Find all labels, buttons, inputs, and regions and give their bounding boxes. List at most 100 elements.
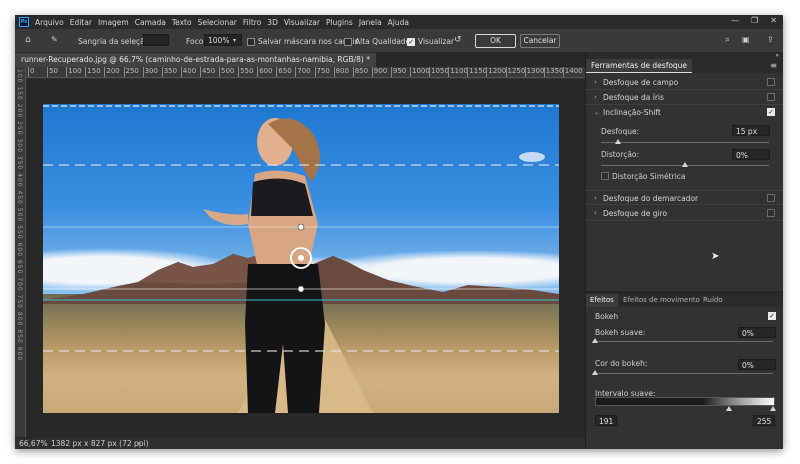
menu-filtro[interactable]: Filtro: [240, 18, 264, 27]
blur-item-checkbox[interactable]: [767, 93, 775, 101]
menu-visualizar[interactable]: Visualizar: [281, 18, 323, 27]
menu-3d[interactable]: 3D: [264, 18, 281, 27]
ruler-vertical-labels: 100 150 200 250 300 350 400 450 500 550 …: [16, 69, 23, 362]
ruler-tick-label: 350: [161, 67, 178, 77]
light-bokeh-input[interactable]: 0%: [738, 327, 776, 338]
feather-input[interactable]: [143, 34, 169, 46]
reset-icon[interactable]: ↺: [454, 35, 462, 45]
light-range-gradient[interactable]: [595, 397, 775, 406]
share-icon[interactable]: ⇪: [767, 35, 774, 44]
focus-input[interactable]: 100%: [204, 34, 242, 46]
status-arrow-icon[interactable]: ›: [137, 438, 140, 449]
focus-handle-top[interactable]: [297, 223, 305, 231]
blur-tool-icon[interactable]: ✎: [51, 35, 58, 44]
maximize-icon[interactable]: ❐: [751, 16, 758, 25]
blur-tools-tab-bar: Ferramentas de desfoque ≡: [586, 59, 783, 73]
chevron-down-icon[interactable]: ▾: [233, 37, 236, 44]
ruler-tick-label: 200: [104, 67, 120, 77]
high-quality-checkbox[interactable]: [344, 38, 352, 46]
focus-handle-bottom[interactable]: [297, 285, 305, 293]
ruler-tick-label: 1150: [467, 67, 488, 77]
blur-item-path[interactable]: › Desfoque do demarcador: [586, 190, 783, 205]
blur-amount-input[interactable]: 15 px: [732, 125, 770, 136]
menu-janela[interactable]: Janela: [356, 18, 385, 27]
tab-effects[interactable]: Efeitos: [586, 294, 618, 307]
close-icon[interactable]: ✕: [770, 16, 777, 25]
ruler-tick-label: 550: [238, 67, 254, 77]
canvas-area[interactable]: [26, 79, 585, 437]
document-image[interactable]: [43, 104, 559, 413]
tab-noise[interactable]: Ruído: [699, 294, 727, 307]
document-dimensions: 1382 px x 827 px (72 ppi): [51, 439, 149, 448]
blur-item-label: Desfoque de campo: [603, 78, 679, 87]
distortion-input[interactable]: 0%: [732, 149, 770, 160]
tilt-shift-overlay[interactable]: [43, 104, 559, 413]
menu-imagem[interactable]: Imagem: [95, 18, 132, 27]
focus-label: Foco:: [186, 37, 206, 46]
home-icon[interactable]: ⌂: [25, 35, 31, 45]
document-tab[interactable]: runner-Recuperado.jpg @ 66,7% (caminho-d…: [15, 53, 376, 67]
blur-item-field[interactable]: › Desfoque de campo: [586, 75, 783, 90]
symmetric-distortion-checkbox[interactable]: [601, 172, 609, 180]
chevron-right-icon[interactable]: ›: [594, 209, 597, 217]
chevron-down-icon[interactable]: ⌄: [594, 109, 599, 116]
slider-knob[interactable]: [614, 139, 621, 144]
menu-ajuda[interactable]: Ajuda: [385, 18, 412, 27]
light-range-slider[interactable]: [595, 406, 776, 411]
ruler-tick-label: 150: [85, 67, 101, 77]
preview-checkbox[interactable]: [407, 38, 415, 46]
chevron-right-icon[interactable]: ›: [594, 93, 597, 101]
blur-item-checkbox[interactable]: [767, 194, 775, 202]
ruler-tick-label: 1000: [410, 67, 430, 77]
blur-item-iris[interactable]: › Desfoque da íris: [586, 90, 783, 105]
slider-knob[interactable]: [682, 162, 688, 167]
menu-plugins[interactable]: Plugins: [323, 18, 356, 27]
symmetric-distortion-label: Distorção Simétrica: [612, 172, 686, 181]
menu-arquivo[interactable]: Arquivo: [32, 18, 67, 27]
minimize-icon[interactable]: —: [731, 16, 739, 25]
light-range-min-knob[interactable]: [726, 406, 732, 411]
blur-item-checkbox[interactable]: [767, 209, 775, 217]
chevron-right-icon[interactable]: ›: [594, 194, 597, 202]
ok-button[interactable]: OK: [475, 34, 516, 48]
menu-editar[interactable]: Editar: [67, 18, 95, 27]
workspace-icon[interactable]: ▣: [742, 35, 750, 44]
ruler-vertical[interactable]: 100 150 200 250 300 350 400 450 500 550 …: [15, 67, 26, 437]
center-pin[interactable]: [298, 255, 304, 261]
distortion-slider[interactable]: [601, 162, 769, 167]
panel-menu-icon[interactable]: ≡: [770, 61, 777, 70]
slider-knob[interactable]: [592, 338, 598, 343]
light-bokeh-slider[interactable]: [592, 338, 773, 343]
light-range-max-input[interactable]: 255: [753, 415, 775, 426]
feather-label: Sangria da seleção:: [78, 37, 152, 46]
blur-item-checkbox[interactable]: [767, 108, 775, 116]
light-bokeh-label: Bokeh suave:: [595, 328, 646, 337]
chevron-right-icon[interactable]: ›: [594, 78, 597, 86]
light-range-min-input[interactable]: 191: [595, 415, 617, 426]
tab-motion-effects[interactable]: Efeitos de movimento: [619, 294, 704, 307]
zoom-level[interactable]: 66,67%: [19, 438, 48, 449]
bokeh-color-label: Cor do bokeh:: [595, 359, 648, 368]
bokeh-color-input[interactable]: 0%: [738, 359, 776, 370]
ruler-tick-label: 50: [47, 67, 59, 77]
preview-label: Visualizar: [418, 37, 455, 46]
light-range-max-knob[interactable]: [770, 406, 776, 411]
cancel-button[interactable]: Cancelar: [520, 34, 560, 48]
bokeh-color-slider[interactable]: [592, 370, 773, 375]
ruler-tick-label: 650: [276, 67, 292, 77]
menu-camada[interactable]: Camada: [132, 18, 169, 27]
ruler-tick-label: 0: [27, 67, 35, 77]
bokeh-checkbox[interactable]: [768, 312, 776, 320]
menu-texto[interactable]: Texto: [169, 18, 195, 27]
menu-selecionar[interactable]: Selecionar: [195, 18, 240, 27]
save-mask-checkbox[interactable]: [247, 38, 255, 46]
blur-amount-slider[interactable]: [601, 139, 769, 144]
ruler-horizontal[interactable]: 0 50 100 150 200 250 300 350 400 450 500 550 600 650 7…: [26, 67, 585, 78]
blur-item-checkbox[interactable]: [767, 78, 775, 86]
slider-knob[interactable]: [592, 370, 598, 375]
ruler-tick-label: 750: [314, 67, 330, 77]
search-icon[interactable]: ⌕: [725, 35, 730, 45]
tab-blur-tools[interactable]: Ferramentas de desfoque: [586, 59, 693, 73]
blur-item-spin[interactable]: › Desfoque de giro: [586, 206, 783, 221]
blur-item-tilt-shift[interactable]: ⌄ Inclinação-Shift: [586, 105, 783, 120]
